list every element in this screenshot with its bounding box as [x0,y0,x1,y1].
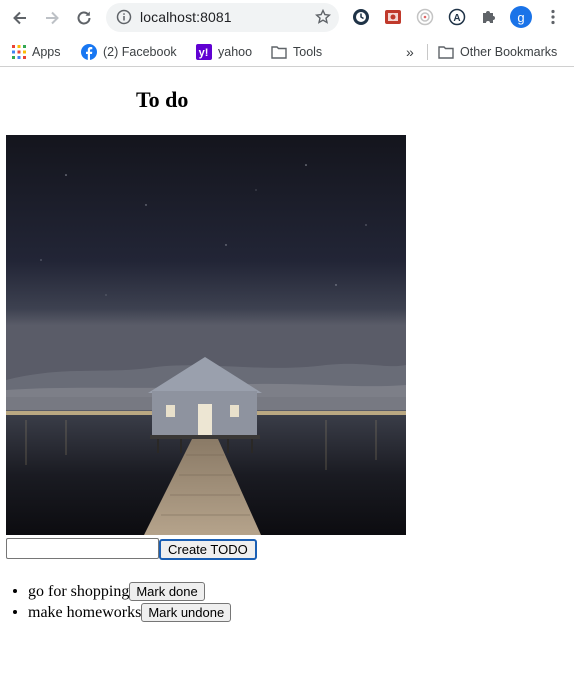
bookmark-label: Tools [293,45,323,59]
boathouse-photo [6,135,406,535]
menu-kebab-icon[interactable] [543,7,563,27]
other-bookmarks-label: Other Bookmarks [460,45,558,59]
chevron-double-right-icon: » [406,44,414,60]
font-extension-icon[interactable]: A [447,7,467,27]
todo-text: go for shopping [28,582,130,600]
bookmark-label: Apps [32,45,61,59]
clock-extension-icon[interactable] [351,7,371,27]
mark-done-button[interactable]: Mark done [129,581,205,601]
bookmark-label: (2) Facebook [103,45,177,59]
svg-text:y!: y! [199,47,209,59]
mark-undone-button[interactable]: Mark undone [141,602,232,622]
folder-icon [271,46,287,59]
yahoo-icon: y! [196,44,212,60]
bookmark-apps[interactable]: Apps [12,42,61,62]
bookmarks-bar: Apps (2) Facebook y! yahoo Tools » Other… [0,36,574,67]
info-icon[interactable] [116,9,132,30]
todo-item: go for shoppingMark done [28,580,231,601]
bookmark-yahoo[interactable]: y! yahoo [196,42,252,62]
profile-initial: g [517,9,525,25]
folder-icon [438,46,454,59]
screen-capture-extension-icon[interactable] [383,7,403,27]
other-bookmarks-folder[interactable]: Other Bookmarks [438,42,557,62]
bookmark-label: yahoo [218,45,253,59]
profile-avatar[interactable]: g [510,6,532,28]
browser-toolbar: localhost:8081 A g [0,0,574,36]
todo-input[interactable] [6,538,159,559]
back-icon[interactable] [8,6,32,30]
bookmark-facebook[interactable]: (2) Facebook [81,42,177,62]
address-url: localhost:8081 [140,9,232,25]
forward-icon[interactable] [40,6,64,30]
todo-list: go for shoppingMark done make homeworksM… [0,580,232,622]
svg-text:A: A [453,13,460,24]
extensions-puzzle-icon[interactable] [479,7,499,27]
create-todo-button[interactable]: Create TODO [159,539,257,560]
bookmark-star-icon[interactable] [314,8,332,30]
bookmark-tools-folder[interactable]: Tools [271,42,322,62]
facebook-icon [81,44,97,60]
address-bar[interactable]: localhost:8081 [106,3,339,32]
bookmarks-overflow-button[interactable]: » [406,42,414,62]
todo-item: make homeworksMark undone [28,601,232,622]
page-title: To do [136,87,189,112]
apps-grid-icon [12,45,26,59]
todo-text: make homeworks [28,603,142,621]
bookmarks-divider [427,44,428,60]
reload-icon[interactable] [72,6,96,30]
target-extension-icon[interactable] [415,7,435,27]
